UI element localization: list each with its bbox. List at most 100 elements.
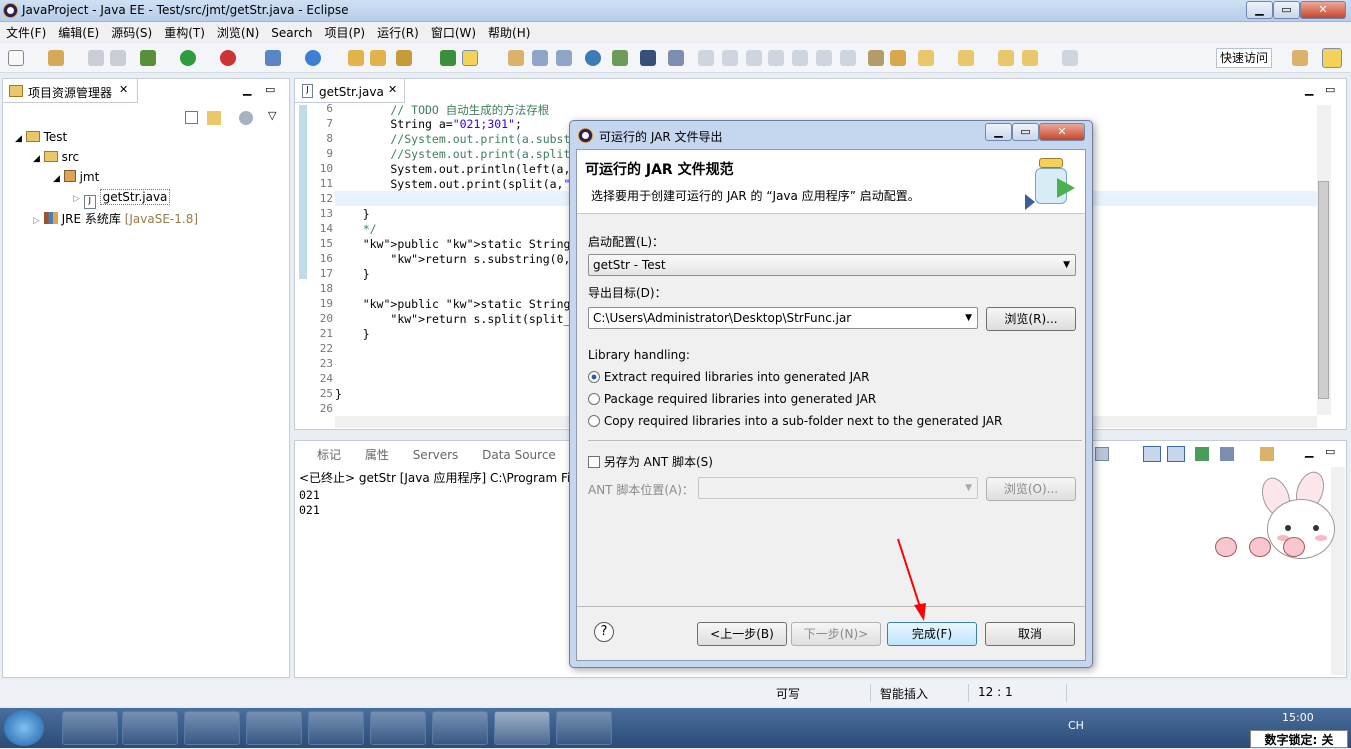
close-button[interactable]: ✕: [1300, 1, 1346, 19]
tab-properties[interactable]: 属性: [345, 448, 389, 462]
wand-icon[interactable]: [396, 50, 412, 66]
menu-project[interactable]: 项目(P): [319, 22, 372, 43]
lib-option-extract[interactable]: Extract required libraries into generate…: [588, 370, 869, 384]
menu-refactor[interactable]: 重构(T): [158, 22, 211, 43]
chrome-icon[interactable]: [184, 711, 240, 745]
filter-icon[interactable]: [239, 111, 253, 125]
notepad-icon[interactable]: [432, 711, 488, 745]
minimize-view-icon[interactable]: ▁: [243, 83, 251, 96]
ant-script-checkbox[interactable]: 另存为 ANT 脚本(S): [588, 453, 713, 470]
tab-servers[interactable]: Servers: [393, 448, 459, 462]
ant-location-input[interactable]: ▼: [698, 477, 978, 499]
tree-item-jmt[interactable]: ◢ jmt: [53, 170, 99, 184]
menu-help[interactable]: 帮助(H): [482, 22, 536, 43]
open-file-icon[interactable]: [370, 50, 386, 66]
last-edit-icon[interactable]: [890, 50, 906, 66]
pin-console-icon[interactable]: [1095, 447, 1109, 461]
debug-icon[interactable]: [140, 50, 156, 66]
close-icon[interactable]: ✕: [119, 83, 128, 96]
menu-source[interactable]: 源码(S): [105, 22, 158, 43]
disconnect-icon[interactable]: [768, 50, 784, 66]
ie-icon[interactable]: [62, 711, 118, 745]
step-over-icon[interactable]: [816, 50, 832, 66]
maximize-view-icon[interactable]: ▭: [1325, 83, 1335, 96]
finish-button[interactable]: 完成(F): [887, 622, 977, 646]
new-console-icon[interactable]: [1195, 447, 1209, 461]
view-menu-icon[interactable]: ▽: [268, 109, 276, 122]
open-console-icon[interactable]: [1167, 446, 1185, 462]
explorer-icon[interactable]: [122, 711, 178, 745]
menu-navigate[interactable]: 浏览(N): [211, 22, 265, 43]
quick-access-button[interactable]: 快速访问: [1216, 48, 1272, 68]
java-ee-perspective-icon[interactable]: [1322, 48, 1342, 68]
minimize-view-icon[interactable]: ▁: [1305, 83, 1313, 96]
globe-icon[interactable]: [585, 50, 601, 66]
open-perspective-icon[interactable]: [1292, 50, 1308, 66]
clock[interactable]: 15:00: [1282, 711, 1314, 724]
lib-option-copy[interactable]: Copy required libraries into a sub-folde…: [588, 414, 1002, 428]
pen-icon[interactable]: [370, 711, 426, 745]
app-face-icon[interactable]: [246, 711, 302, 745]
export-destination-input[interactable]: C:\Users\Administrator\Desktop\StrFunc.j…: [588, 307, 978, 329]
toggle-icon-b[interactable]: [532, 50, 548, 66]
new-icon[interactable]: [8, 50, 24, 66]
display-console-icon[interactable]: [1143, 446, 1161, 462]
forward-nav-icon[interactable]: [1062, 50, 1078, 66]
perspective-icon[interactable]: [612, 50, 628, 66]
radio-unselected[interactable]: [588, 415, 600, 427]
toggle-icon-a[interactable]: [508, 50, 524, 66]
browse-button[interactable]: 浏览(R)...: [986, 307, 1076, 331]
notepad-icon[interactable]: [556, 711, 612, 745]
tree-item-test[interactable]: ◢ Test: [15, 130, 67, 144]
back-button[interactable]: <上一步(B): [697, 622, 787, 646]
console-icon[interactable]: [640, 50, 656, 66]
back-nav-icon[interactable]: [1022, 50, 1038, 66]
link-editor-icon[interactable]: [207, 111, 221, 125]
new-server-icon[interactable]: [265, 50, 281, 66]
menu-edit[interactable]: 编辑(E): [52, 22, 105, 43]
open-folder-icon[interactable]: [348, 50, 364, 66]
save-icon[interactable]: [88, 50, 104, 66]
run-external-icon[interactable]: [220, 50, 236, 66]
maximize-view-icon[interactable]: ▭: [1325, 445, 1335, 458]
view-menu-icon[interactable]: [1220, 447, 1234, 461]
skip-breakpoints-icon[interactable]: [668, 50, 684, 66]
collapse-all-icon[interactable]: [185, 111, 198, 124]
open-new-icon[interactable]: [1260, 447, 1274, 461]
back-icon[interactable]: [998, 50, 1014, 66]
maximize-button[interactable]: ▭: [1273, 1, 1300, 19]
save-all-icon[interactable]: [110, 50, 126, 66]
maximize-view-icon[interactable]: ▭: [265, 83, 275, 96]
language-indicator[interactable]: CH: [1068, 719, 1084, 732]
new-class-icon[interactable]: [305, 50, 321, 66]
radio-unselected[interactable]: [588, 393, 600, 405]
paragraph-icon[interactable]: [556, 50, 572, 66]
annotation-icon[interactable]: [440, 50, 456, 66]
ant-browse-button[interactable]: 浏览(O)...: [986, 477, 1076, 501]
next-button[interactable]: 下一步(N)>: [791, 622, 881, 646]
menu-run[interactable]: 运行(R): [371, 22, 425, 43]
tree-item-getstr[interactable]: ▷ J getStr.java: [73, 189, 171, 209]
tab-markers[interactable]: 标记: [299, 448, 341, 462]
dialog-close-button[interactable]: ✕: [1039, 123, 1085, 141]
dialog-minimize-button[interactable]: ▁: [985, 123, 1012, 141]
step-return-icon[interactable]: [840, 50, 856, 66]
editor-tab[interactable]: J getStr.java ✕: [295, 79, 405, 103]
menu-file[interactable]: 文件(F): [0, 22, 52, 43]
minimize-view-icon[interactable]: ▁: [1305, 445, 1313, 458]
step-into-icon[interactable]: [792, 50, 808, 66]
run-icon[interactable]: [180, 50, 196, 66]
minimize-button[interactable]: ▁: [1246, 1, 1273, 19]
help-icon[interactable]: ?: [594, 622, 614, 642]
tab-data-source[interactable]: Data Source: [462, 448, 556, 462]
eclipse-javaee-icon[interactable]: [494, 711, 550, 745]
edit-mark-icon[interactable]: [462, 50, 478, 66]
terminate-icon[interactable]: [746, 50, 762, 66]
up-arrow-icon[interactable]: [958, 50, 974, 66]
resume-icon[interactable]: [698, 50, 714, 66]
radio-selected[interactable]: [588, 371, 600, 383]
menu-window[interactable]: 窗口(W): [425, 22, 482, 43]
dialog-maximize-button[interactable]: ▭: [1012, 123, 1039, 141]
explorer-tab[interactable]: 项目资源管理器 ✕: [3, 79, 138, 103]
tree-item-src[interactable]: ◢ src: [33, 150, 79, 164]
